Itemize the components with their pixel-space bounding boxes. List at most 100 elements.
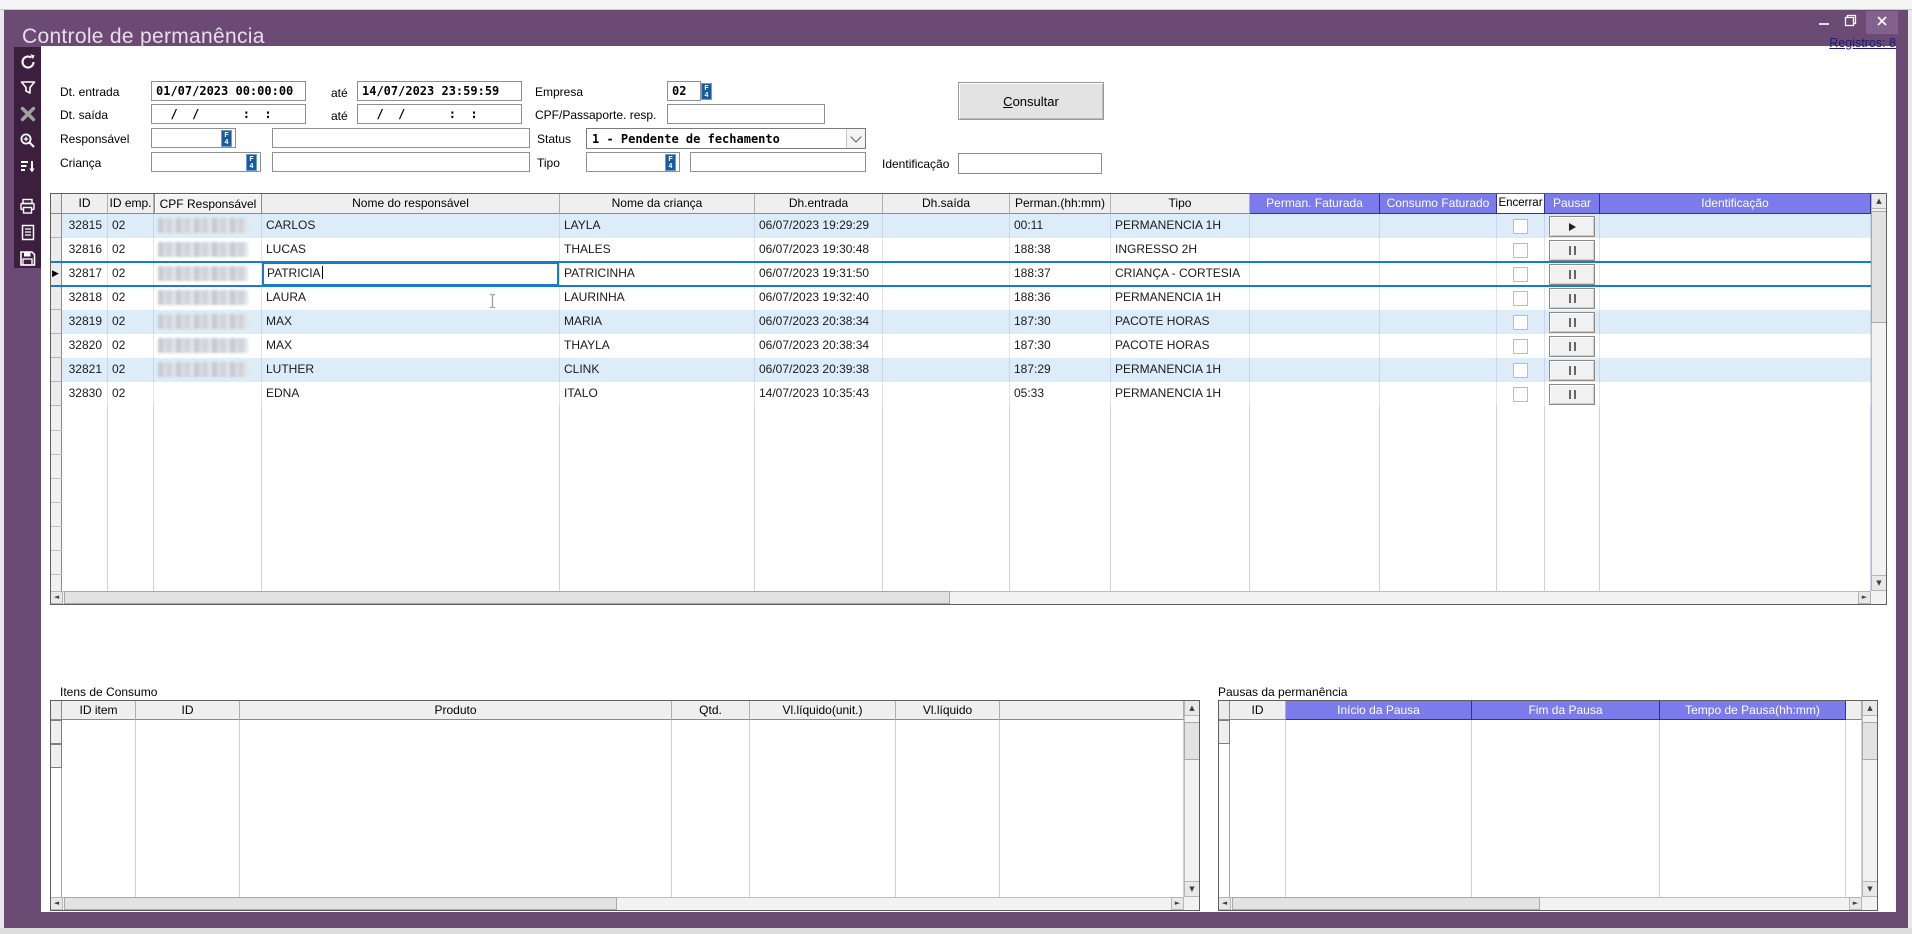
cell-nome-responsavel[interactable]: LUTHER	[262, 358, 560, 382]
cell-perman-faturada[interactable]	[1250, 214, 1380, 238]
pausas-grid-header-id[interactable]: ID	[1230, 700, 1286, 720]
close-button[interactable]	[1866, 11, 1898, 34]
table-row[interactable]: 3281802LAURALAURINHA06/07/2023 19:32:401…	[50, 286, 1871, 310]
consumo-grid-header-id[interactable]: ID	[136, 700, 240, 720]
row-selector[interactable]	[50, 358, 62, 382]
cell-tipo[interactable]: PERMANENCIA 1H	[1111, 358, 1250, 382]
save-icon[interactable]	[14, 246, 41, 270]
cell-identificacao[interactable]	[1600, 334, 1871, 358]
cell-nome-crianca[interactable]: MARIA	[560, 310, 755, 334]
pausar-button[interactable]	[1549, 336, 1595, 357]
cell-perman[interactable]: 05:33	[1010, 382, 1111, 406]
cell-nome-crianca[interactable]: PATRICINHA	[560, 262, 755, 286]
cell-id-emp[interactable]: 02	[108, 286, 154, 310]
cell-dh-entrada[interactable]: 06/07/2023 19:29:29	[755, 214, 883, 238]
row-selector[interactable]: ▶	[50, 262, 62, 286]
print-icon[interactable]	[14, 194, 41, 218]
cell-id-emp[interactable]: 02	[108, 310, 154, 334]
consumo-grid-horizontal-scrollbar-left-arrow-icon[interactable]: ◄	[50, 897, 63, 910]
encerrar-checkbox[interactable]	[1513, 387, 1528, 402]
minimize-button[interactable]	[1814, 14, 1834, 32]
dt-entrada-ate-input[interactable]	[357, 81, 522, 101]
main-grid-horizontal-scrollbar-right-arrow-icon[interactable]: ►	[1858, 591, 1871, 604]
cell-id[interactable]: 32816	[62, 238, 108, 262]
cell-perman-faturada[interactable]	[1250, 358, 1380, 382]
cell-id[interactable]: 32821	[62, 358, 108, 382]
encerrar-checkbox[interactable]	[1513, 363, 1528, 378]
main-grid-header-perman-faturada[interactable]: Perman. Faturada	[1250, 193, 1380, 214]
encerrar-checkbox[interactable]	[1513, 291, 1528, 306]
cell-dh-saida[interactable]	[883, 238, 1010, 262]
cell-tipo[interactable]: PERMANENCIA 1H	[1111, 382, 1250, 406]
table-row[interactable]: 3282102LUTHERCLINK06/07/2023 20:39:38187…	[50, 358, 1871, 382]
cell-nome-responsavel[interactable]: CARLOS	[262, 214, 560, 238]
consumo-grid-vertical-scrollbar-up-arrow-icon[interactable]: ▲	[1184, 700, 1200, 716]
cell-dh-entrada[interactable]: 06/07/2023 20:39:38	[755, 358, 883, 382]
cell-id[interactable]: 32818	[62, 286, 108, 310]
cell-nome-responsavel[interactable]: MAX	[262, 334, 560, 358]
table-row[interactable]: 3283002EDNAITALO14/07/2023 10:35:4305:33…	[50, 382, 1871, 406]
consultar-button[interactable]: Consultar	[958, 82, 1104, 120]
cell-id[interactable]: 32830	[62, 382, 108, 406]
cell-id-emp[interactable]: 02	[108, 334, 154, 358]
cell-identificacao[interactable]	[1600, 262, 1871, 286]
cell-consumo-faturado[interactable]	[1380, 382, 1497, 406]
encerrar-checkbox[interactable]	[1513, 243, 1528, 258]
cell-perman[interactable]: 187:29	[1010, 358, 1111, 382]
cell-dh-saida[interactable]	[883, 310, 1010, 334]
main-grid-header-id-emp[interactable]: ID emp.	[108, 193, 154, 214]
cell-perman[interactable]: 187:30	[1010, 334, 1111, 358]
cell-consumo-faturado[interactable]	[1380, 262, 1497, 286]
dt-entrada-de-input[interactable]	[151, 81, 306, 101]
cell-perman[interactable]: 187:30	[1010, 310, 1111, 334]
main-grid-header-encerrar[interactable]: Encerrar	[1497, 193, 1545, 214]
sort-icon[interactable]	[14, 154, 41, 178]
pausas-grid-horizontal-scrollbar-right-arrow-icon[interactable]: ►	[1849, 897, 1862, 910]
tipo-nome-input[interactable]	[690, 152, 866, 172]
pausar-button[interactable]	[1549, 264, 1595, 285]
cell-id[interactable]: 32820	[62, 334, 108, 358]
cell-dh-saida[interactable]	[883, 262, 1010, 286]
consumo-grid-header-vl-liquido[interactable]: Vl.líquido	[896, 700, 1000, 720]
row-selector[interactable]	[50, 286, 62, 310]
cell-dh-saida[interactable]	[883, 214, 1010, 238]
pausas-grid-header-tempo-de-pausa-hh-mm[interactable]: Tempo de Pausa(hh:mm)	[1660, 700, 1846, 720]
main-grid-header-pausar[interactable]: Pausar	[1545, 193, 1600, 214]
cell-id-emp[interactable]: 02	[108, 262, 154, 286]
cell-nome-responsavel[interactable]: EDNA	[262, 382, 560, 406]
pausar-button[interactable]	[1549, 384, 1595, 405]
pausas-grid-vertical-scrollbar-thumb[interactable]	[1862, 722, 1878, 760]
cell-cpf-responsavel[interactable]	[154, 310, 262, 334]
table-row[interactable]: 3282002MAXTHAYLA06/07/2023 20:38:34187:3…	[50, 334, 1871, 358]
cell-identificacao[interactable]	[1600, 286, 1871, 310]
cell-consumo-faturado[interactable]	[1380, 214, 1497, 238]
registros-count-link[interactable]: Registros: 8	[1829, 36, 1896, 50]
table-row[interactable]: 3281602LUCASTHALES06/07/2023 19:30:48188…	[50, 238, 1871, 262]
row-selector[interactable]	[50, 214, 62, 238]
encerrar-checkbox[interactable]	[1513, 339, 1528, 354]
cell-consumo-faturado[interactable]	[1380, 310, 1497, 334]
dt-saida-de-input[interactable]	[151, 104, 306, 124]
cell-cpf-responsavel[interactable]	[154, 334, 262, 358]
pausar-button[interactable]	[1549, 312, 1595, 333]
filter-icon[interactable]	[14, 76, 41, 100]
row-selector[interactable]	[50, 382, 62, 406]
restore-button[interactable]	[1840, 14, 1860, 32]
cell-dh-entrada[interactable]: 06/07/2023 19:30:48	[755, 238, 883, 262]
consumo-grid-horizontal-scrollbar-right-arrow-icon[interactable]: ►	[1171, 897, 1184, 910]
consumo-grid-header-id-item[interactable]: ID item	[62, 700, 136, 720]
cell-id[interactable]: 32815	[62, 214, 108, 238]
main-grid-vertical-scrollbar-down-arrow-icon[interactable]: ▼	[1871, 575, 1887, 591]
consumo-grid-header-qtd[interactable]: Qtd.	[672, 700, 750, 720]
main-grid-header-cpf-responsavel[interactable]: CPF Responsável	[154, 193, 262, 214]
encerrar-checkbox[interactable]	[1513, 219, 1528, 234]
pausar-button[interactable]	[1549, 360, 1595, 381]
editing-cell[interactable]: PATRICIA	[262, 262, 559, 286]
cell-nome-responsavel[interactable]: LUCAS	[262, 238, 560, 262]
cell-nome-responsavel[interactable]: LAURA	[262, 286, 560, 310]
cell-dh-entrada[interactable]: 06/07/2023 20:38:34	[755, 310, 883, 334]
main-grid-header-tipo[interactable]: Tipo	[1111, 193, 1250, 214]
cell-nome-crianca[interactable]: LAURINHA	[560, 286, 755, 310]
row-selector[interactable]	[50, 334, 62, 358]
identificacao-input[interactable]	[958, 153, 1102, 174]
